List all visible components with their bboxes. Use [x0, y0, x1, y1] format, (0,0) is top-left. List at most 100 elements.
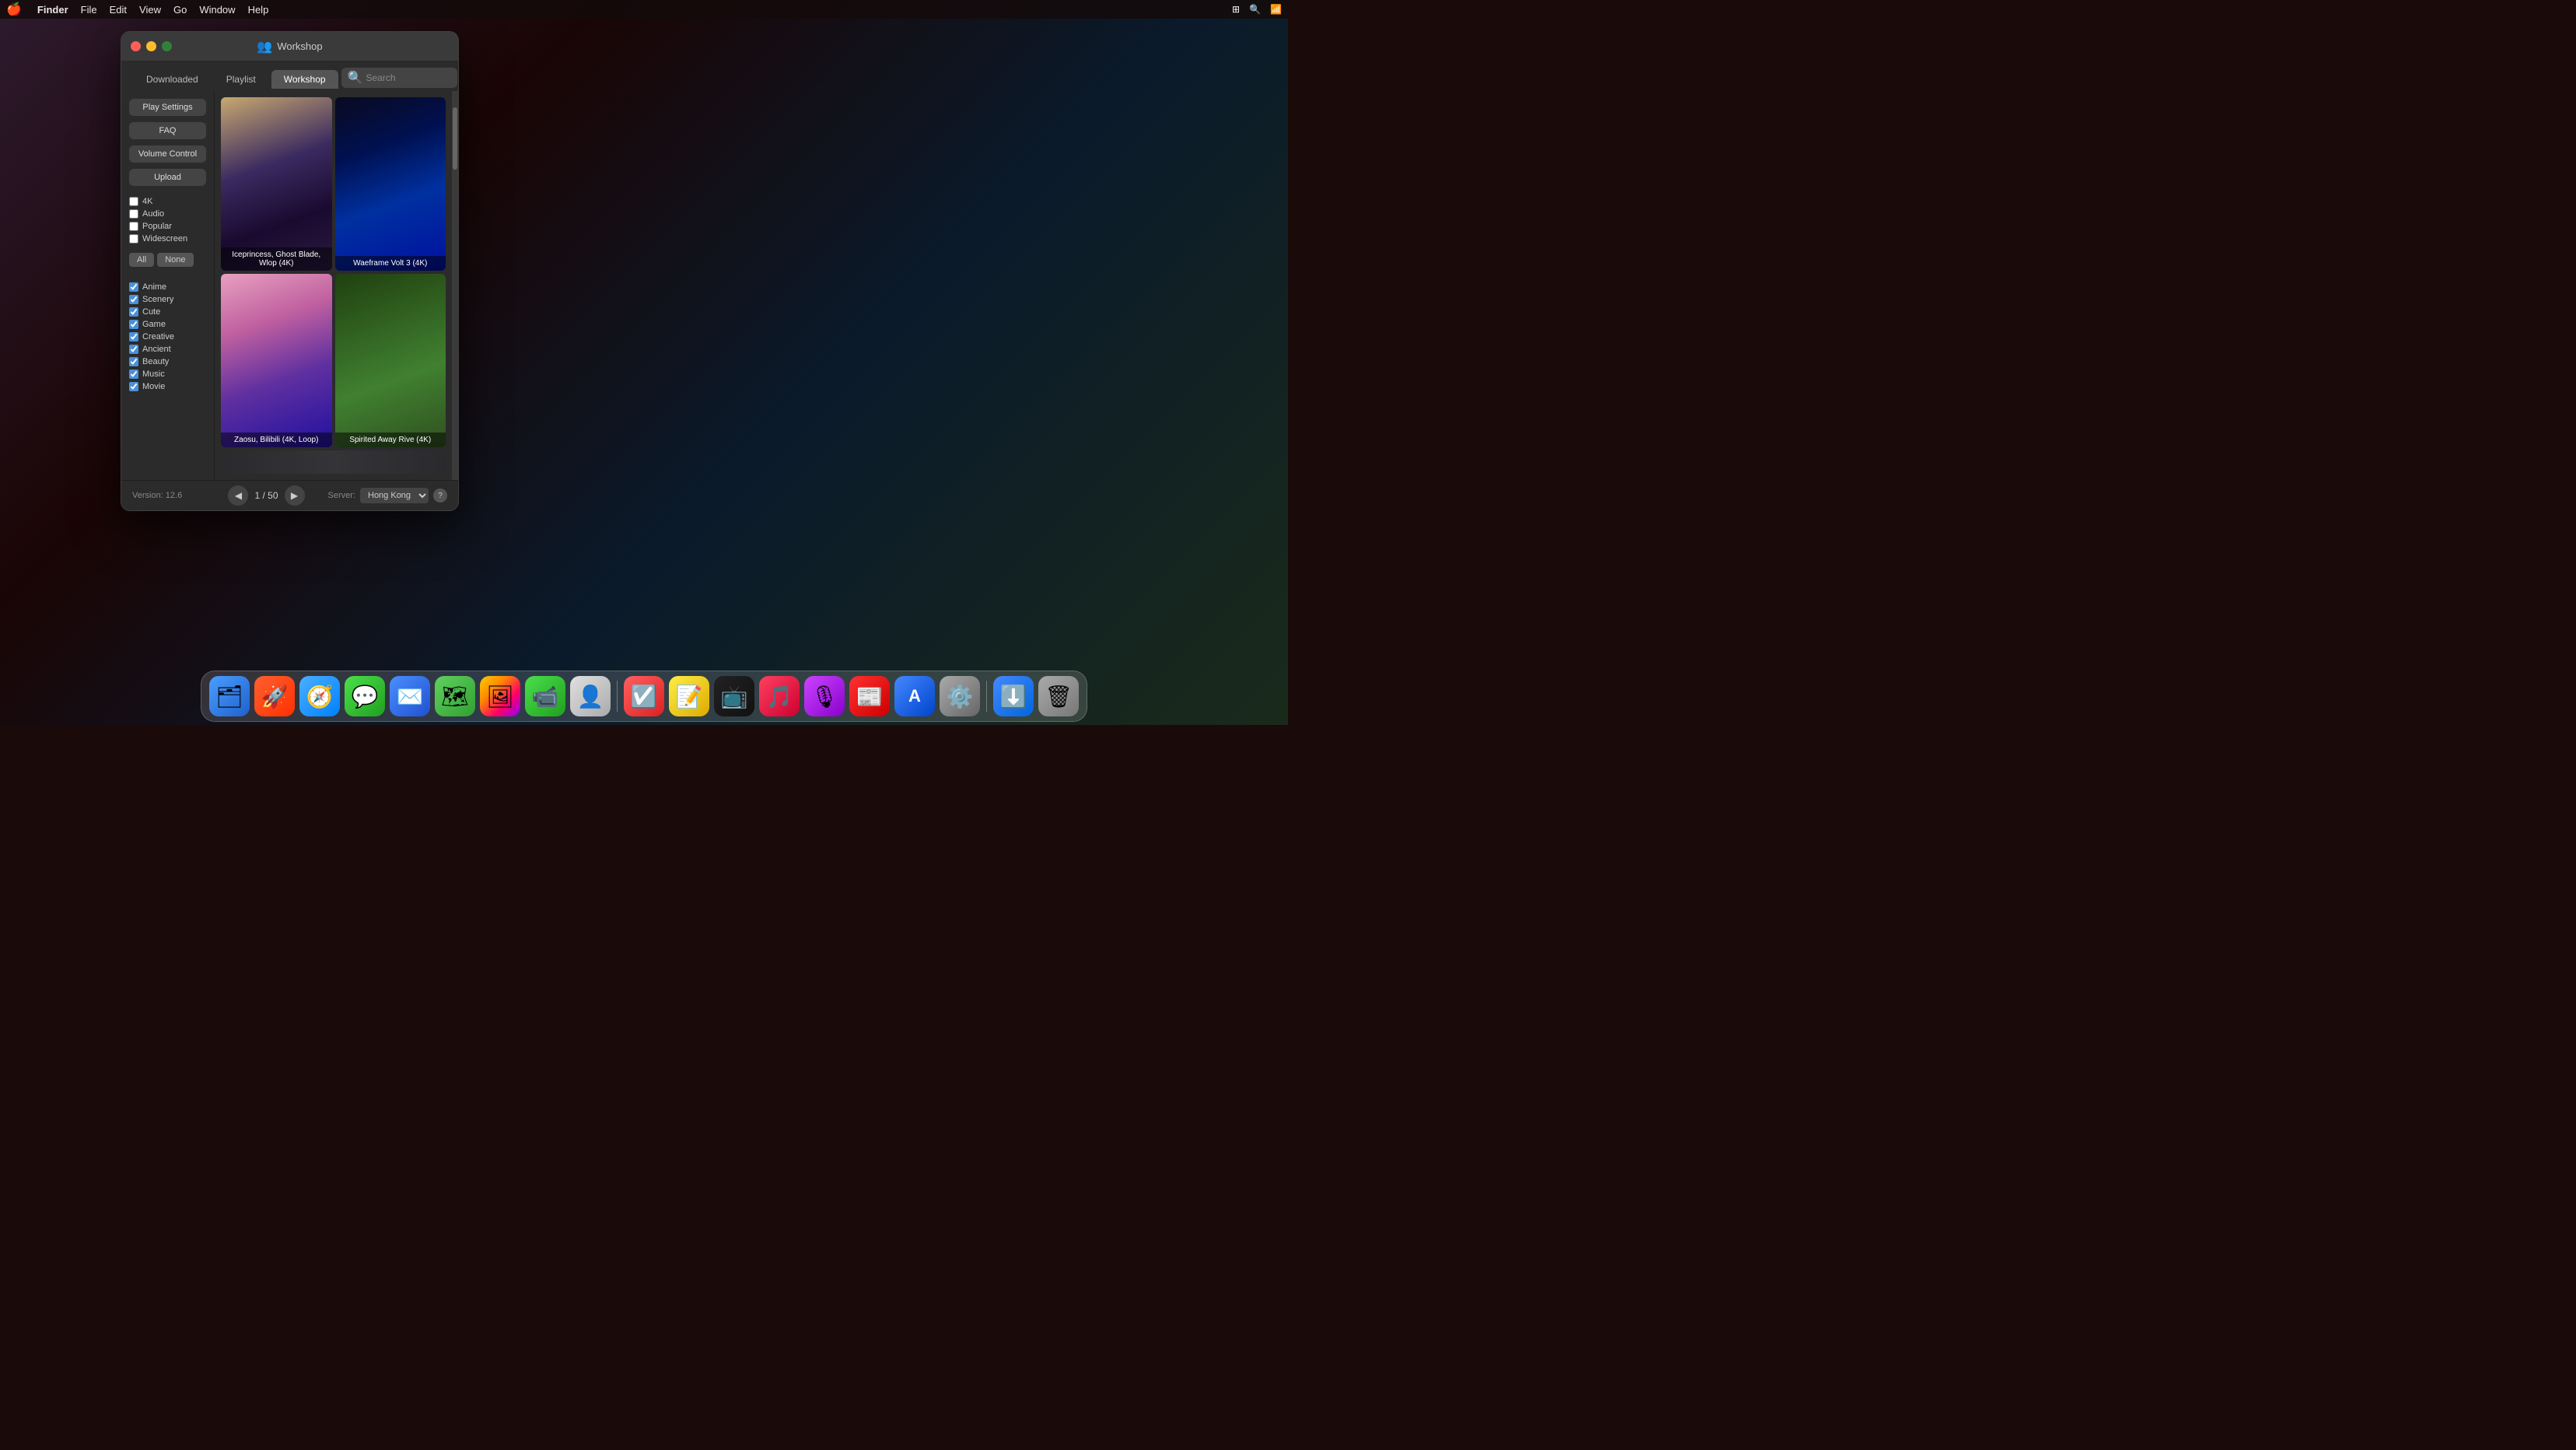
server-label: Server: — [328, 491, 355, 500]
checkbox-widescreen-input[interactable] — [129, 234, 138, 243]
checkbox-ancient-input[interactable] — [129, 345, 138, 354]
dock-podcasts[interactable]: 🎙 — [804, 676, 845, 716]
menubar-wifi[interactable]: 📶 — [1270, 4, 1282, 15]
checkbox-scenery: Scenery — [129, 295, 206, 304]
sidebar: Play Settings FAQ Volume Control Upload … — [121, 91, 215, 480]
dock-facetime[interactable]: 📹 — [525, 676, 565, 716]
help-button[interactable]: ? — [433, 489, 447, 503]
dock-contacts[interactable]: 👤 — [570, 676, 611, 716]
close-button[interactable] — [131, 41, 141, 51]
menubar-help[interactable]: Help — [248, 4, 269, 16]
checkbox-music-input[interactable] — [129, 370, 138, 379]
dock-safari[interactable]: 🧭 — [299, 676, 340, 716]
tab-downloaded[interactable]: Downloaded — [134, 70, 211, 89]
checkbox-cute-input[interactable] — [129, 307, 138, 317]
grid-item-1[interactable]: Iceprincess, Ghost Blade, Wlop (4K) — [221, 97, 332, 271]
filter-none-button[interactable]: None — [157, 253, 193, 267]
dock-appstore[interactable]: A — [894, 676, 935, 716]
next-page-button[interactable]: ▶ — [285, 485, 305, 506]
maximize-button[interactable] — [162, 41, 172, 51]
menubar-window[interactable]: Window — [199, 4, 235, 16]
search-input[interactable] — [366, 72, 451, 83]
dock-finder[interactable]: 🗂 — [209, 676, 250, 716]
menubar-finder[interactable]: Finder — [37, 4, 68, 16]
checkbox-beauty: Beauty — [129, 357, 206, 366]
menubar-right: ⊞ 🔍 📶 — [1232, 4, 1282, 15]
minimize-button[interactable] — [146, 41, 156, 51]
scrollbar-thumb[interactable] — [453, 107, 457, 170]
dock-reminders[interactable]: ☑️ — [624, 676, 664, 716]
checkbox-beauty-input[interactable] — [129, 357, 138, 366]
checkbox-widescreen: Widescreen — [129, 234, 206, 243]
dock-downloads[interactable]: ⬇️ — [993, 676, 1034, 716]
dock-maps[interactable]: 🗺 — [435, 676, 475, 716]
faq-button[interactable]: FAQ — [129, 122, 206, 139]
dock-appletv[interactable]: 📺 — [714, 676, 754, 716]
checkbox-music: Music — [129, 370, 206, 379]
checkbox-4k-input[interactable] — [129, 197, 138, 206]
menubar: 🍎 Finder File Edit View Go Window Help ⊞… — [0, 0, 1288, 19]
checkbox-popular-input[interactable] — [129, 222, 138, 231]
play-settings-button[interactable]: Play Settings — [129, 99, 206, 116]
dock-separator — [617, 681, 618, 712]
menubar-go[interactable]: Go — [173, 4, 187, 16]
tab-workshop[interactable]: Workshop — [271, 70, 338, 89]
menubar-control-center[interactable]: ⊞ — [1232, 4, 1240, 15]
grid-item-2[interactable]: Waeframe Volt 3 (4K) — [335, 97, 446, 271]
server-select[interactable]: Hong Kong US West US East Europe Japan — [360, 488, 429, 503]
menubar-file[interactable]: File — [81, 4, 97, 16]
checkbox-4k-label: 4K — [142, 197, 152, 206]
grid-item-3[interactable]: Zaosu, Bilibili (4K, Loop) — [221, 274, 332, 447]
footer-server: Server: Hong Kong US West US East Europe… — [328, 488, 447, 503]
checkbox-popular-label: Popular — [142, 222, 172, 231]
menubar-edit[interactable]: Edit — [110, 4, 127, 16]
grid-partial-row — [221, 450, 446, 474]
dock-separator-2 — [986, 681, 987, 712]
dock-notes[interactable]: 📝 — [669, 676, 709, 716]
checkbox-audio-input[interactable] — [129, 209, 138, 219]
checkbox-audio: Audio — [129, 209, 206, 219]
checkbox-creative-input[interactable] — [129, 332, 138, 341]
prev-page-button[interactable]: ◀ — [228, 485, 248, 506]
checkbox-popular: Popular — [129, 222, 206, 231]
checkbox-game: Game — [129, 320, 206, 329]
grid-item-2-label: Waeframe Volt 3 (4K) — [335, 256, 446, 271]
apple-menu[interactable]: 🍎 — [6, 2, 22, 17]
footer: Version: 12.6 ◀ 1 / 50 ▶ Server: Hong Ko… — [121, 480, 458, 510]
checkbox-scenery-label: Scenery — [142, 295, 173, 304]
dock-launchpad[interactable]: 🚀 — [254, 676, 295, 716]
checkbox-anime-label: Anime — [142, 282, 166, 292]
dock-mail[interactable]: ✉️ — [390, 676, 430, 716]
dock-messages[interactable]: 💬 — [345, 676, 385, 716]
search-icon: 🔍 — [348, 70, 363, 86]
checkbox-ancient-label: Ancient — [142, 345, 171, 354]
upload-button[interactable]: Upload — [129, 169, 206, 186]
checkbox-cute: Cute — [129, 307, 206, 317]
checkbox-game-input[interactable] — [129, 320, 138, 329]
checkbox-creative-label: Creative — [142, 332, 174, 341]
menubar-search[interactable]: 🔍 — [1249, 4, 1261, 15]
search-bar: 🔍 — [341, 68, 458, 88]
tab-playlist[interactable]: Playlist — [214, 70, 268, 89]
dock-news[interactable]: 📰 — [849, 676, 890, 716]
checkbox-movie-label: Movie — [142, 382, 165, 391]
window-title-text: Workshop — [277, 40, 322, 52]
menubar-view[interactable]: View — [139, 4, 161, 16]
dock: 🗂 🚀 🧭 💬 ✉️ 🗺 🖼 📹 👤 ☑️ 📝 📺 🎵 🎙 📰 A ⚙️ ⬇️ … — [201, 671, 1087, 722]
dock-trash[interactable]: 🗑 — [1038, 676, 1079, 716]
checkbox-widescreen-label: Widescreen — [142, 234, 187, 243]
filter-all-button[interactable]: All — [129, 253, 154, 267]
wallpaper-grid: Iceprincess, Ghost Blade, Wlop (4K) Waef… — [215, 91, 452, 480]
checkbox-scenery-input[interactable] — [129, 295, 138, 304]
dock-photos[interactable]: 🖼 — [480, 676, 520, 716]
checkbox-anime-input[interactable] — [129, 282, 138, 292]
grid-item-4[interactable]: Spirited Away Rive (4K) — [335, 274, 446, 447]
dock-music[interactable]: 🎵 — [759, 676, 800, 716]
volume-control-button[interactable]: Volume Control — [129, 145, 206, 163]
footer-nav: ◀ 1 / 50 ▶ — [228, 485, 304, 506]
scrollbar-track[interactable] — [452, 91, 458, 480]
dock-settings[interactable]: ⚙️ — [940, 676, 980, 716]
tabs-bar: Downloaded Playlist Workshop 🔍 — [121, 61, 458, 91]
checkbox-music-label: Music — [142, 370, 165, 379]
checkbox-movie-input[interactable] — [129, 382, 138, 391]
